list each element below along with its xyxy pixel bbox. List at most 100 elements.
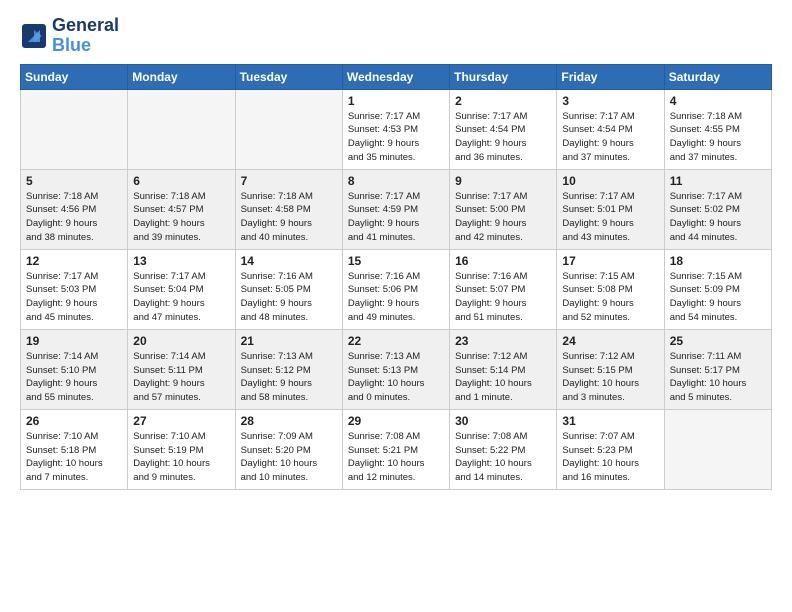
- day-number: 9: [455, 174, 551, 188]
- calendar-day-cell: 18Sunrise: 7:15 AM Sunset: 5:09 PM Dayli…: [664, 249, 771, 329]
- day-number: 28: [241, 414, 337, 428]
- calendar-day-cell: 29Sunrise: 7:08 AM Sunset: 5:21 PM Dayli…: [342, 409, 449, 489]
- day-number: 7: [241, 174, 337, 188]
- calendar-day-cell: [664, 409, 771, 489]
- day-info: Sunrise: 7:17 AM Sunset: 5:01 PM Dayligh…: [562, 190, 658, 245]
- day-info: Sunrise: 7:17 AM Sunset: 5:04 PM Dayligh…: [133, 270, 229, 325]
- day-number: 11: [670, 174, 766, 188]
- calendar-day-cell: 31Sunrise: 7:07 AM Sunset: 5:23 PM Dayli…: [557, 409, 664, 489]
- day-header-friday: Friday: [557, 64, 664, 89]
- day-info: Sunrise: 7:16 AM Sunset: 5:07 PM Dayligh…: [455, 270, 551, 325]
- calendar-day-cell: 4 Sunrise: 7:18 AM Sunset: 4:55 PM Daylig…: [664, 89, 771, 169]
- calendar-day-cell: 11 Sunrise: 7:17 AM Sunset: 5:02 PM Dayli…: [664, 169, 771, 249]
- day-header-saturday: Saturday: [664, 64, 771, 89]
- calendar-day-cell: 16 Sunrise: 7:16 AM Sunset: 5:07 PM Dayli…: [450, 249, 557, 329]
- day-number: 8: [348, 174, 444, 188]
- day-info: Sunrise: 7:16 AM Sunset: 5:06 PM Dayligh…: [348, 270, 444, 325]
- day-info: Sunrise: 7:17 AM Sunset: 4:59 PM Dayligh…: [348, 190, 444, 245]
- day-info: Sunrise: 7:08 AM Sunset: 5:22 PM Dayligh…: [455, 430, 551, 485]
- day-number: 2: [455, 94, 551, 108]
- calendar-day-cell: 17 Sunrise: 7:15 AM Sunset: 5:08 PM Dayli…: [557, 249, 664, 329]
- calendar-week-row: 12 Sunrise: 7:17 AM Sunset: 5:03 PM Dayli…: [21, 249, 772, 329]
- calendar-day-cell: 23 Sunrise: 7:12 AM Sunset: 5:14 PM Dayli…: [450, 329, 557, 409]
- calendar-day-cell: 19Sunrise: 7:14 AM Sunset: 5:10 PM Dayli…: [21, 329, 128, 409]
- calendar-day-cell: 15 Sunrise: 7:16 AM Sunset: 5:06 PM Dayli…: [342, 249, 449, 329]
- day-info: Sunrise: 7:18 AM Sunset: 4:58 PM Dayligh…: [241, 190, 337, 245]
- day-number: 21: [241, 334, 337, 348]
- day-info: Sunrise: 7:17 AM Sunset: 5:02 PM Dayligh…: [670, 190, 766, 245]
- logo: General Blue: [20, 16, 119, 56]
- calendar-day-cell: 25 Sunrise: 7:11 AM Sunset: 5:17 PM Dayli…: [664, 329, 771, 409]
- day-info: Sunrise: 7:16 AM Sunset: 5:05 PM Dayligh…: [241, 270, 337, 325]
- day-number: 14: [241, 254, 337, 268]
- day-info: Sunrise: 7:12 AM Sunset: 5:14 PM Dayligh…: [455, 350, 551, 405]
- day-number: 5: [26, 174, 122, 188]
- day-number: 1: [348, 94, 444, 108]
- day-number: 31: [562, 414, 658, 428]
- header: General Blue: [20, 16, 772, 56]
- day-number: 13: [133, 254, 229, 268]
- day-number: 17: [562, 254, 658, 268]
- day-info: Sunrise: 7:15 AM Sunset: 5:08 PM Dayligh…: [562, 270, 658, 325]
- day-number: 25: [670, 334, 766, 348]
- day-number: 12: [26, 254, 122, 268]
- calendar-day-cell: 24 Sunrise: 7:12 AM Sunset: 5:15 PM Dayli…: [557, 329, 664, 409]
- day-number: 10: [562, 174, 658, 188]
- calendar-day-cell: 14 Sunrise: 7:16 AM Sunset: 5:05 PM Dayli…: [235, 249, 342, 329]
- day-header-monday: Monday: [128, 64, 235, 89]
- calendar-day-cell: [21, 89, 128, 169]
- calendar-day-cell: 13 Sunrise: 7:17 AM Sunset: 5:04 PM Dayli…: [128, 249, 235, 329]
- day-number: 30: [455, 414, 551, 428]
- day-number: 20: [133, 334, 229, 348]
- day-info: Sunrise: 7:15 AM Sunset: 5:09 PM Dayligh…: [670, 270, 766, 325]
- calendar-day-cell: 5 Sunrise: 7:18 AM Sunset: 4:56 PM Daylig…: [21, 169, 128, 249]
- day-number: 19: [26, 334, 122, 348]
- calendar-day-cell: 30 Sunrise: 7:08 AM Sunset: 5:22 PM Dayli…: [450, 409, 557, 489]
- day-info: Sunrise: 7:18 AM Sunset: 4:57 PM Dayligh…: [133, 190, 229, 245]
- calendar-day-cell: 28 Sunrise: 7:09 AM Sunset: 5:20 PM Dayli…: [235, 409, 342, 489]
- calendar-day-cell: 2 Sunrise: 7:17 AM Sunset: 4:54 PM Daylig…: [450, 89, 557, 169]
- day-info: Sunrise: 7:17 AM Sunset: 4:54 PM Dayligh…: [455, 110, 551, 165]
- day-info: Sunrise: 7:13 AM Sunset: 5:13 PM Dayligh…: [348, 350, 444, 405]
- page: General Blue SundayMondayTuesdayWednesda…: [0, 0, 792, 612]
- day-info: Sunrise: 7:12 AM Sunset: 5:15 PM Dayligh…: [562, 350, 658, 405]
- day-info: Sunrise: 7:17 AM Sunset: 4:54 PM Dayligh…: [562, 110, 658, 165]
- calendar-day-cell: 1Sunrise: 7:17 AM Sunset: 4:53 PM Daylig…: [342, 89, 449, 169]
- day-info: Sunrise: 7:10 AM Sunset: 5:18 PM Dayligh…: [26, 430, 122, 485]
- calendar-day-cell: [128, 89, 235, 169]
- day-info: Sunrise: 7:10 AM Sunset: 5:19 PM Dayligh…: [133, 430, 229, 485]
- day-number: 4: [670, 94, 766, 108]
- calendar-day-cell: 3Sunrise: 7:17 AM Sunset: 4:54 PM Daylig…: [557, 89, 664, 169]
- calendar-week-row: 26Sunrise: 7:10 AM Sunset: 5:18 PM Dayli…: [21, 409, 772, 489]
- day-info: Sunrise: 7:18 AM Sunset: 4:56 PM Dayligh…: [26, 190, 122, 245]
- logo-icon: [20, 22, 48, 50]
- calendar-day-cell: 20 Sunrise: 7:14 AM Sunset: 5:11 PM Dayli…: [128, 329, 235, 409]
- calendar-day-cell: 7 Sunrise: 7:18 AM Sunset: 4:58 PM Daylig…: [235, 169, 342, 249]
- day-number: 16: [455, 254, 551, 268]
- day-header-wednesday: Wednesday: [342, 64, 449, 89]
- day-number: 29: [348, 414, 444, 428]
- day-info: Sunrise: 7:09 AM Sunset: 5:20 PM Dayligh…: [241, 430, 337, 485]
- day-info: Sunrise: 7:18 AM Sunset: 4:55 PM Dayligh…: [670, 110, 766, 165]
- day-info: Sunrise: 7:14 AM Sunset: 5:11 PM Dayligh…: [133, 350, 229, 405]
- calendar-day-cell: 22Sunrise: 7:13 AM Sunset: 5:13 PM Dayli…: [342, 329, 449, 409]
- calendar-day-cell: [235, 89, 342, 169]
- day-number: 24: [562, 334, 658, 348]
- day-number: 6: [133, 174, 229, 188]
- calendar-week-row: 1Sunrise: 7:17 AM Sunset: 4:53 PM Daylig…: [21, 89, 772, 169]
- day-number: 23: [455, 334, 551, 348]
- calendar-header-row: SundayMondayTuesdayWednesdayThursdayFrid…: [21, 64, 772, 89]
- calendar-day-cell: 12 Sunrise: 7:17 AM Sunset: 5:03 PM Dayli…: [21, 249, 128, 329]
- logo-text: General Blue: [52, 16, 119, 56]
- day-number: 15: [348, 254, 444, 268]
- calendar-day-cell: 9 Sunrise: 7:17 AM Sunset: 5:00 PM Daylig…: [450, 169, 557, 249]
- day-info: Sunrise: 7:11 AM Sunset: 5:17 PM Dayligh…: [670, 350, 766, 405]
- day-number: 27: [133, 414, 229, 428]
- day-info: Sunrise: 7:13 AM Sunset: 5:12 PM Dayligh…: [241, 350, 337, 405]
- calendar-day-cell: 26Sunrise: 7:10 AM Sunset: 5:18 PM Dayli…: [21, 409, 128, 489]
- calendar-day-cell: 10 Sunrise: 7:17 AM Sunset: 5:01 PM Dayli…: [557, 169, 664, 249]
- calendar-day-cell: 6 Sunrise: 7:18 AM Sunset: 4:57 PM Daylig…: [128, 169, 235, 249]
- calendar-day-cell: 21 Sunrise: 7:13 AM Sunset: 5:12 PM Dayli…: [235, 329, 342, 409]
- day-info: Sunrise: 7:17 AM Sunset: 5:00 PM Dayligh…: [455, 190, 551, 245]
- day-info: Sunrise: 7:17 AM Sunset: 5:03 PM Dayligh…: [26, 270, 122, 325]
